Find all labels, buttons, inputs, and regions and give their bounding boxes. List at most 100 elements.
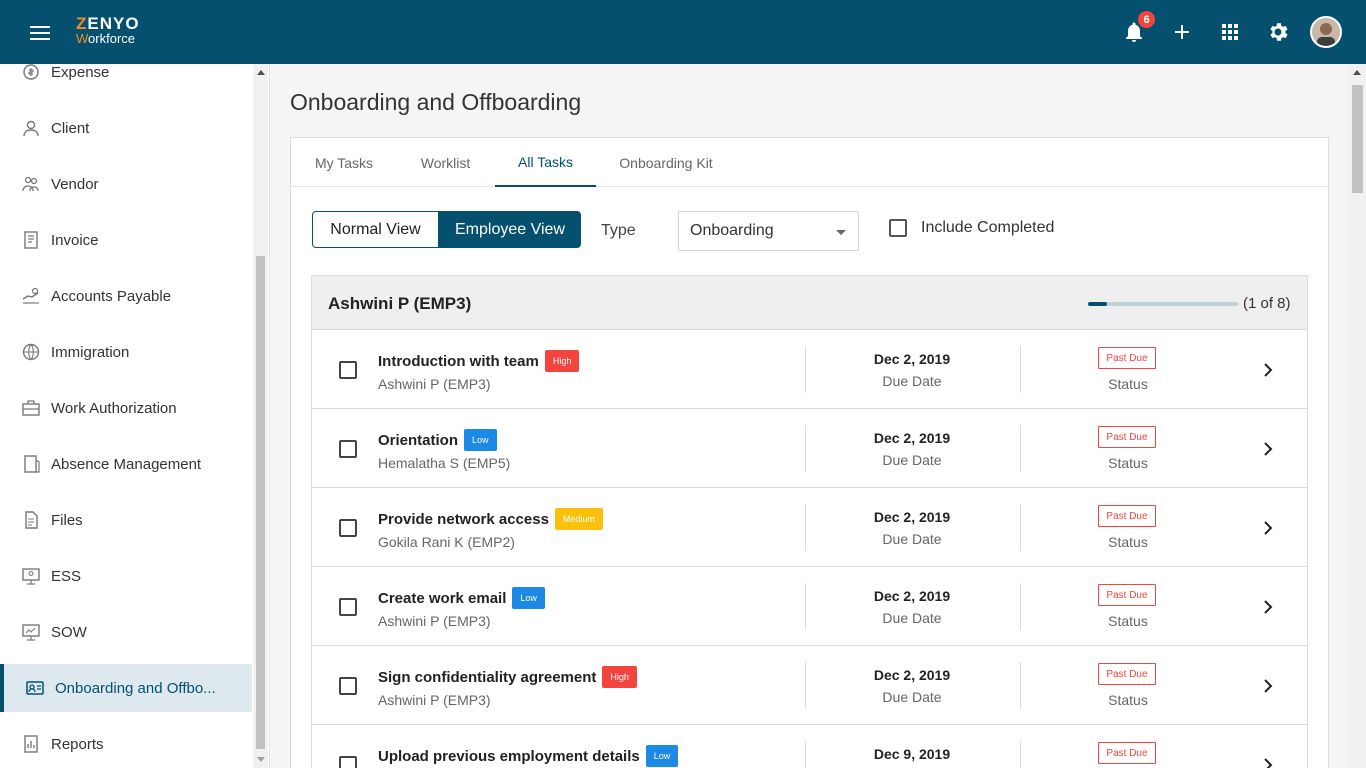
task-row[interactable]: Upload previous employment details Low Dec… bbox=[311, 725, 1308, 768]
task-row[interactable]: Create work email Low Ashwini P (EMP3) Dec … bbox=[311, 567, 1308, 646]
due-date-label: Due Date bbox=[882, 373, 942, 389]
app-logo[interactable]: ZENYO Workforce bbox=[76, 14, 140, 46]
sidebar-item-immigration[interactable]: Immigration bbox=[0, 328, 252, 376]
chevron-right-icon[interactable] bbox=[1263, 758, 1273, 768]
sidebar-item-invoice[interactable]: Invoice bbox=[0, 216, 252, 264]
progress-text: (1 of 8) bbox=[1243, 295, 1291, 312]
column-divider bbox=[805, 504, 806, 551]
task-title-wrap[interactable]: Orientation Low bbox=[378, 429, 497, 451]
sidebar-scroll-up[interactable] bbox=[257, 70, 265, 75]
gear-icon[interactable] bbox=[1266, 20, 1290, 44]
absence-icon bbox=[24, 455, 40, 473]
vendor-icon bbox=[22, 176, 39, 192]
employee-view-button[interactable]: Employee View bbox=[439, 211, 581, 248]
employee-header[interactable]: Ashwini P (EMP3) (1 of 8) bbox=[311, 275, 1308, 330]
include-completed-label: Include Completed bbox=[921, 219, 1055, 236]
files-icon bbox=[25, 511, 38, 529]
ess-icon bbox=[22, 568, 40, 585]
include-completed-checkbox[interactable] bbox=[889, 219, 907, 237]
chevron-right-icon[interactable] bbox=[1263, 363, 1273, 377]
sidebar-item-files[interactable]: Files bbox=[0, 496, 252, 544]
accounts-payable-icon bbox=[22, 287, 39, 304]
due-date-label: Due Date bbox=[882, 689, 942, 705]
chevron-right-icon[interactable] bbox=[1263, 679, 1273, 693]
due-date: Dec 9, 2019 bbox=[873, 746, 951, 762]
tab-worklist[interactable]: Worklist bbox=[397, 138, 494, 187]
sidebar-item-label: Expense bbox=[51, 64, 110, 81]
sidebar-item-work-authorization[interactable]: Work Authorization bbox=[0, 384, 252, 432]
task-title-wrap[interactable]: Upload previous employment details Low bbox=[378, 745, 679, 767]
type-select[interactable]: Onboarding bbox=[678, 211, 859, 251]
id-card-icon bbox=[26, 681, 44, 695]
page-title: Onboarding and Offboarding bbox=[290, 89, 582, 115]
tab-all-tasks[interactable]: All Tasks bbox=[495, 138, 596, 187]
tab-my-tasks[interactable]: My Tasks bbox=[292, 138, 396, 187]
status-badge: Past Due bbox=[1098, 347, 1156, 369]
sidebar-scrollbar-thumb[interactable] bbox=[256, 256, 265, 749]
main-scrollbar-thumb[interactable] bbox=[1352, 85, 1363, 193]
tab-onboarding-kit[interactable]: Onboarding Kit bbox=[597, 138, 735, 187]
invoice-icon bbox=[24, 231, 38, 249]
progress-bar bbox=[1088, 302, 1238, 306]
status-label: Status bbox=[1108, 534, 1148, 550]
task-assignee: Gokila Rani K (EMP2) bbox=[378, 534, 515, 550]
status-badge: Past Due bbox=[1098, 742, 1156, 764]
status-badge: Past Due bbox=[1098, 426, 1156, 448]
menu-icon[interactable] bbox=[30, 26, 50, 40]
sidebar-item-ess[interactable]: ESS bbox=[0, 552, 252, 600]
task-assignee: Ashwini P (EMP3) bbox=[378, 692, 491, 708]
brand-name: ZENYO bbox=[76, 14, 140, 33]
column-divider bbox=[805, 662, 806, 709]
sidebar-scroll-down[interactable] bbox=[257, 757, 265, 762]
caret-down-icon bbox=[836, 230, 846, 235]
briefcase-icon bbox=[22, 400, 40, 416]
task-title-wrap[interactable]: Sign confidentiality agreement High bbox=[378, 666, 637, 688]
user-avatar[interactable] bbox=[1310, 16, 1342, 48]
status-label: Status bbox=[1108, 613, 1148, 629]
chevron-right-icon[interactable] bbox=[1263, 521, 1273, 535]
sidebar-item-label: Vendor bbox=[51, 175, 99, 193]
task-checkbox[interactable] bbox=[339, 677, 357, 695]
type-select-value: Onboarding bbox=[690, 222, 774, 239]
priority-badge: Low bbox=[512, 587, 545, 609]
due-date: Dec 2, 2019 bbox=[873, 509, 951, 525]
chevron-right-icon[interactable] bbox=[1263, 442, 1273, 456]
reports-icon bbox=[24, 735, 38, 753]
task-checkbox[interactable] bbox=[339, 361, 357, 379]
apps-grid-icon[interactable] bbox=[1218, 20, 1242, 44]
priority-badge: Low bbox=[645, 745, 679, 767]
task-checkbox[interactable] bbox=[339, 519, 357, 537]
task-checkbox[interactable] bbox=[339, 598, 357, 616]
sidebar-item-onboarding-and-offbo[interactable]: Onboarding and Offbo... bbox=[0, 664, 252, 712]
sidebar-item-client[interactable]: Client bbox=[0, 104, 252, 152]
task-checkbox[interactable] bbox=[339, 756, 357, 768]
employee-name: Ashwini P (EMP3) bbox=[328, 294, 472, 313]
sidebar-item-reports[interactable]: Reports bbox=[0, 720, 252, 768]
task-title-wrap[interactable]: Introduction with team High bbox=[378, 350, 580, 372]
sidebar-item-label: ESS bbox=[51, 567, 82, 585]
sidebar-item-expense[interactable]: Expense bbox=[0, 64, 252, 96]
normal-view-button[interactable]: Normal View bbox=[312, 211, 439, 248]
sidebar-item-sow[interactable]: SOW bbox=[0, 608, 252, 656]
status-badge: Past Due bbox=[1098, 663, 1156, 685]
sidebar-item-absence-management[interactable]: Absence Management bbox=[0, 440, 252, 488]
sidebar-item-label: Client bbox=[51, 119, 90, 137]
sow-icon bbox=[22, 624, 40, 641]
priority-badge: Low bbox=[464, 429, 497, 451]
task-row[interactable]: Orientation Low Hemalatha S (EMP5) Dec 2, 2… bbox=[311, 409, 1308, 488]
task-row[interactable]: Sign confidentiality agreement High Ashwin… bbox=[311, 646, 1308, 725]
task-title-wrap[interactable]: Create work email Low bbox=[378, 587, 545, 609]
sidebar-item-vendor[interactable]: Vendor bbox=[0, 160, 252, 208]
chevron-right-icon[interactable] bbox=[1263, 600, 1273, 614]
main-scroll-up[interactable] bbox=[1353, 70, 1361, 75]
status-label: Status bbox=[1108, 455, 1148, 471]
column-divider bbox=[1020, 425, 1021, 472]
due-date-label: Due Date bbox=[882, 452, 942, 468]
task-checkbox[interactable] bbox=[339, 440, 357, 458]
task-row[interactable]: Introduction with team High Ashwini P (EMP… bbox=[311, 330, 1308, 409]
task-title-wrap[interactable]: Provide network access Medium bbox=[378, 508, 603, 530]
plus-icon[interactable] bbox=[1170, 20, 1194, 44]
sidebar-item-accounts-payable[interactable]: Accounts Payable bbox=[0, 272, 252, 320]
task-row[interactable]: Provide network access Medium Gokila Rani … bbox=[311, 488, 1308, 567]
sidebar-item-label: Onboarding and Offbo... bbox=[55, 679, 216, 697]
